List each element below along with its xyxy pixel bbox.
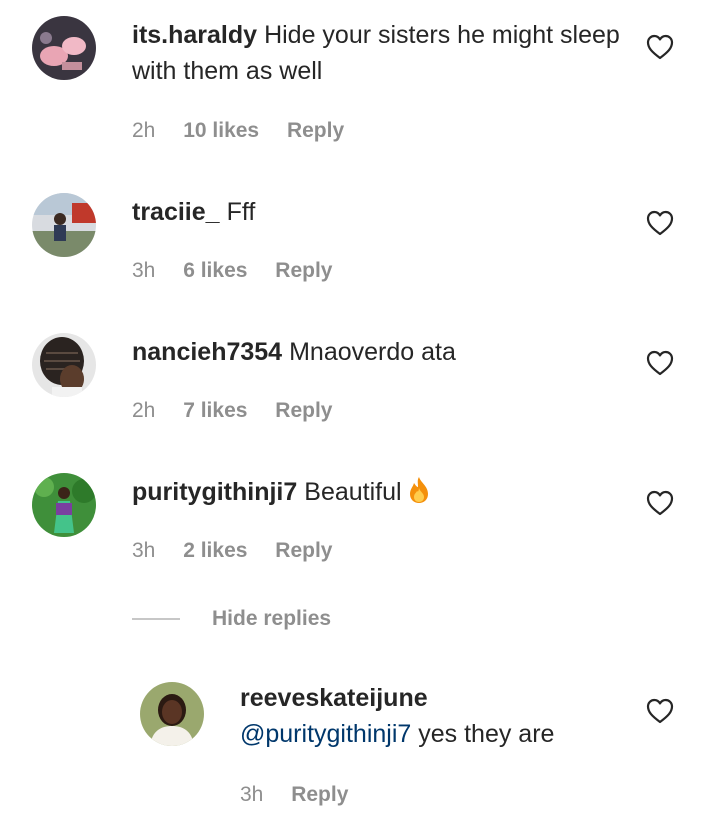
fire-emoji-icon — [406, 476, 432, 514]
likes-count[interactable]: 7 likes — [183, 399, 247, 422]
comment-body: yes they are — [418, 720, 555, 748]
comment-time: 3h — [132, 259, 156, 282]
reply-button[interactable]: Reply — [275, 539, 332, 562]
heart-outline-icon[interactable] — [646, 34, 674, 60]
comment-text: its.haraldy Hide your sisters he might sl… — [132, 17, 622, 89]
reply-button[interactable]: Reply — [275, 259, 332, 282]
comment-meta: 2h 7 likes Reply — [132, 397, 354, 425]
comment-meta: 2h 10 likes Reply — [132, 117, 366, 145]
comment-body: Mnaoverdo ata — [289, 338, 456, 366]
comment-username[interactable]: nancieh7354 — [132, 338, 282, 366]
avatar[interactable] — [32, 16, 96, 80]
hide-replies-button[interactable]: Hide replies — [132, 604, 331, 634]
likes-count[interactable]: 2 likes — [183, 539, 247, 562]
comment-text: reeveskateijune @puritygithinji7 yes the… — [240, 680, 620, 752]
hide-replies-label: Hide replies — [212, 607, 332, 630]
comment-username[interactable]: puritygithinji7 — [132, 478, 297, 506]
mention-link[interactable]: @puritygithinji7 — [240, 720, 411, 748]
reply-button[interactable]: Reply — [287, 119, 344, 142]
comment-username[interactable]: traciie_ — [132, 198, 220, 226]
comment-username[interactable]: reeveskateijune — [240, 684, 428, 712]
heart-outline-icon[interactable] — [646, 490, 674, 516]
comment-time: 3h — [240, 783, 264, 806]
comment-time: 3h — [132, 539, 156, 562]
avatar[interactable] — [32, 333, 96, 397]
comment-meta: 3h 6 likes Reply — [132, 257, 354, 285]
avatar[interactable] — [32, 193, 96, 257]
divider-line — [132, 618, 180, 620]
comment-body: Beautiful — [304, 478, 402, 506]
comment-time: 2h — [132, 399, 156, 422]
heart-outline-icon[interactable] — [646, 698, 674, 724]
heart-outline-icon[interactable] — [646, 210, 674, 236]
comment-body: Fff — [226, 198, 256, 226]
heart-outline-icon[interactable] — [646, 350, 674, 376]
likes-count[interactable]: 10 likes — [183, 119, 259, 142]
comment-meta: 3h 2 likes Reply — [132, 537, 354, 565]
comment-text: puritygithinji7 Beautiful — [132, 474, 622, 514]
likes-count[interactable]: 6 likes — [183, 259, 247, 282]
avatar[interactable] — [32, 473, 96, 537]
comment-username[interactable]: its.haraldy — [132, 21, 257, 49]
reply-button[interactable]: Reply — [291, 783, 348, 806]
comment-meta: 3h Reply — [240, 781, 370, 809]
comment-time: 2h — [132, 119, 156, 142]
comment-text: traciie_ Fff — [132, 194, 622, 230]
comment-text: nancieh7354 Mnaoverdo ata — [132, 334, 622, 370]
avatar[interactable] — [140, 682, 204, 746]
reply-button[interactable]: Reply — [275, 399, 332, 422]
